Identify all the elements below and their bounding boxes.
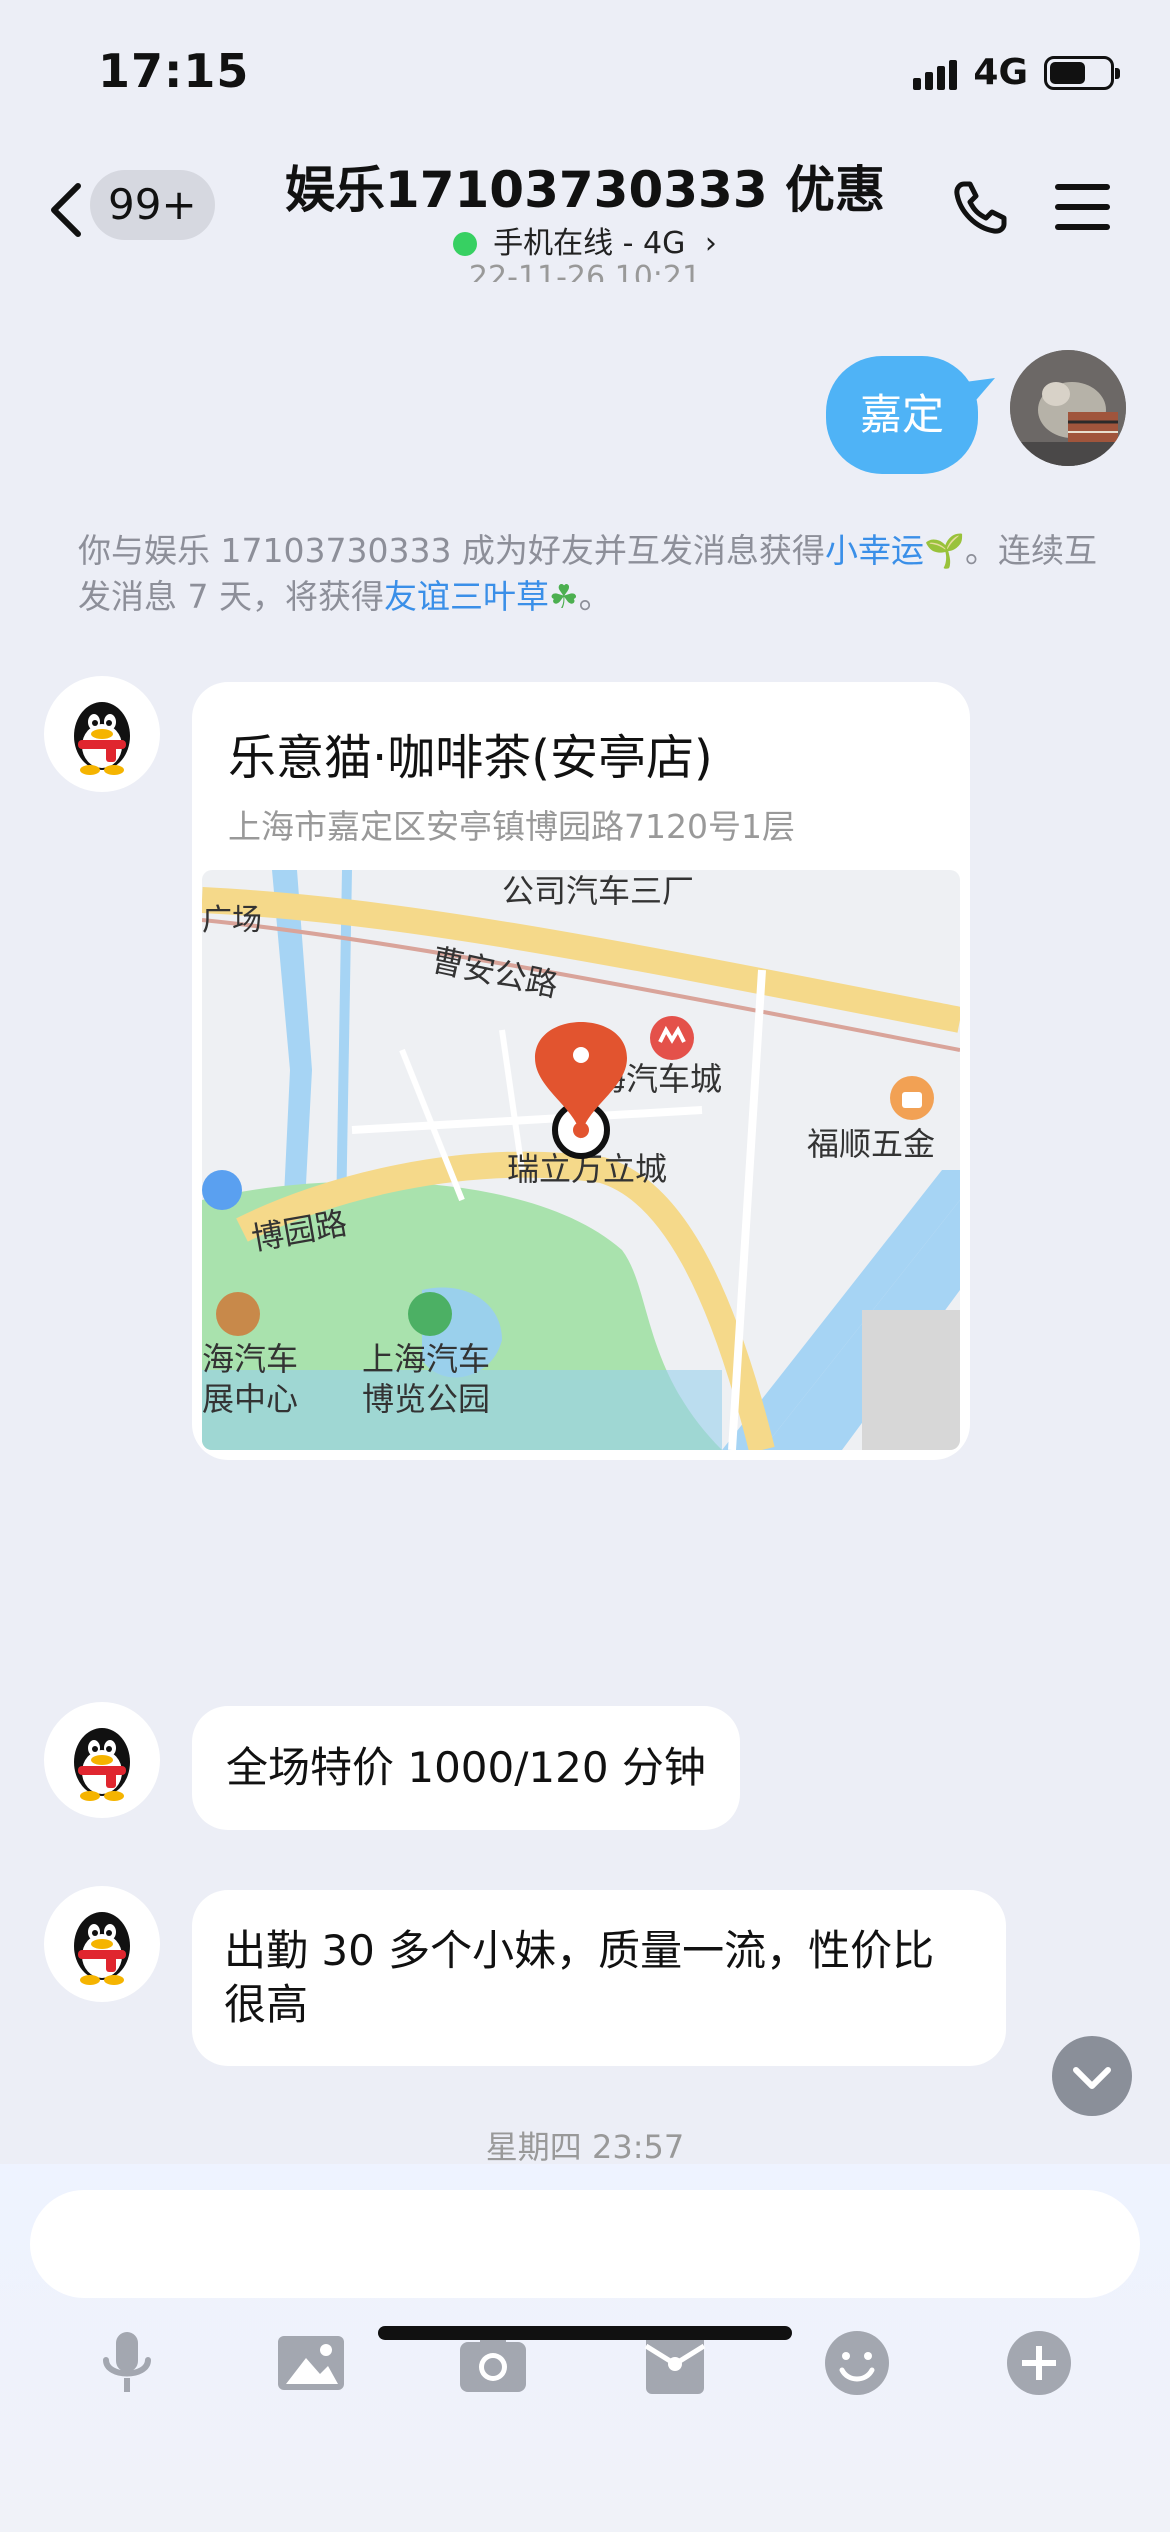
system-message: 你与娱乐 17103730333 成为好友并互发消息获得小幸运🌱。连续互发消息 … — [78, 528, 1098, 620]
penguin-icon — [74, 1912, 130, 1985]
timestamp: 22-11-26 10:21 — [468, 260, 702, 282]
penguin-icon — [74, 702, 130, 775]
contact-avatar[interactable] — [44, 676, 160, 792]
microphone-icon[interactable] — [92, 2328, 162, 2398]
location-card[interactable]: 乐意猫·咖啡茶(安亭店) 上海市嘉定区安亭镇博园路7120号1层 公司汽车三厂 — [192, 682, 970, 1460]
emoji-icon[interactable] — [822, 2328, 892, 2398]
system-text: 你与娱乐 17103730333 成为好友并互发消息获得 — [78, 531, 825, 570]
phone-icon[interactable] — [950, 178, 1010, 238]
map-preview[interactable]: 公司汽车三厂 广场 曹安公路 上海汽车城 福顺五金 瑞立万立城 博园路 海汽车展… — [202, 870, 960, 1450]
clover-icon: ☘ — [548, 577, 579, 616]
my-avatar[interactable] — [1010, 350, 1126, 466]
sprout-icon: 🌱 — [923, 531, 966, 570]
chat-header: 99+ 娱乐17103730333 优惠 手机在线 - 4G › — [0, 140, 1170, 275]
battery-icon — [1044, 55, 1120, 90]
map-label: 福顺五金 — [807, 1125, 935, 1163]
message-input[interactable] — [30, 2190, 1140, 2298]
message-bubble[interactable]: 全场特价 1000/120 分钟 — [192, 1706, 740, 1830]
plus-icon[interactable] — [1004, 2328, 1074, 2398]
online-status-text: 手机在线 - 4G — [493, 226, 686, 261]
signal-icon — [913, 56, 958, 90]
status-time: 17:15 — [98, 44, 250, 98]
location-address: 上海市嘉定区安亭镇博园路7120号1层 — [228, 807, 795, 846]
timestamp: 星期四 23:57 — [485, 2128, 685, 2166]
penguin-icon — [74, 1728, 130, 1801]
link-lucky[interactable]: 小幸运 — [825, 531, 924, 570]
network-label: 4G — [973, 52, 1028, 93]
image-icon[interactable] — [276, 2328, 346, 2398]
input-panel — [0, 2164, 1170, 2532]
link-clover[interactable]: 友谊三叶草 — [384, 577, 549, 616]
map-label: 公司汽车三厂 — [502, 872, 694, 910]
menu-icon[interactable] — [1055, 182, 1110, 232]
my-message-bubble[interactable]: 嘉定 — [826, 356, 978, 474]
museum-icon — [216, 1292, 260, 1336]
home-indicator[interactable] — [378, 2326, 792, 2340]
scroll-down-button[interactable] — [1050, 2036, 1134, 2120]
map-label: 广场 — [202, 903, 262, 938]
park-icon — [408, 1292, 452, 1336]
message-bubble[interactable]: 出勤 30 多个小妹，质量一流，性价比很高 — [192, 1890, 1006, 2066]
status-indicators: 4G — [913, 52, 1120, 93]
parking-icon — [202, 1170, 242, 1210]
system-text: 。 — [578, 577, 612, 616]
online-dot-icon — [453, 232, 478, 256]
contact-avatar[interactable] — [44, 1886, 160, 2002]
chevron-right-icon: › — [704, 226, 717, 261]
location-title: 乐意猫·咖啡茶(安亭店) — [228, 730, 713, 786]
contact-avatar[interactable] — [44, 1702, 160, 1818]
